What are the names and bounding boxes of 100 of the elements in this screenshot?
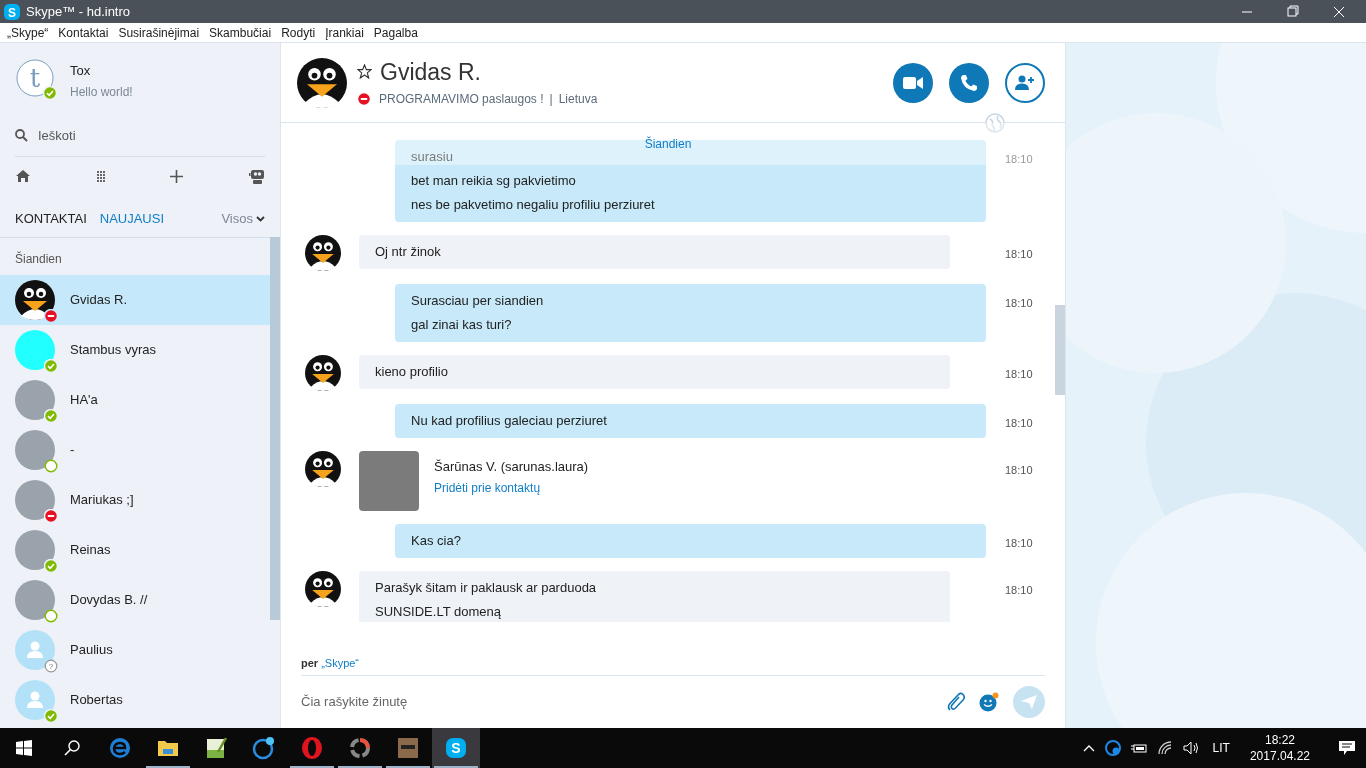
sidebar-tab[interactable]: KONTAKTAI	[15, 209, 87, 229]
contact-item[interactable]: Dovydas B. //	[0, 575, 270, 625]
person-avatar-icon	[15, 680, 55, 720]
add-contact-button[interactable]	[1005, 62, 1045, 103]
paperclip-icon[interactable]	[947, 691, 965, 712]
via-label: per	[301, 655, 319, 671]
photo-placeholder	[15, 580, 55, 620]
contact-name: HA'a	[70, 391, 98, 410]
message-text: Oj ntr žinok	[375, 243, 442, 261]
opera-logo-icon	[300, 736, 324, 760]
sidebar-tab[interactable]: NAUJAUSI	[99, 209, 165, 229]
message-time: 18:10	[1005, 247, 1033, 262]
scrollbar-thumb[interactable]	[1055, 305, 1065, 395]
notifications-icon[interactable]	[1338, 740, 1356, 756]
photo-placeholder	[15, 430, 55, 470]
skype-logo-icon: S	[4, 3, 20, 20]
contact-mood: PROGRAMAVIMO paslaugos !	[379, 90, 544, 108]
contact-item[interactable]: -	[0, 425, 270, 475]
search-icon	[64, 740, 80, 756]
contact-location: Lietuva	[558, 90, 598, 108]
update-icon[interactable]	[1104, 740, 1121, 756]
message-time: 18:10	[1005, 416, 1033, 431]
dialpad-icon[interactable]	[96, 170, 105, 182]
bot-icon[interactable]	[248, 168, 265, 184]
scrollbar-thumb[interactable]	[270, 237, 280, 620]
penguin-avatar-icon	[15, 280, 55, 320]
notepad-icon	[204, 736, 228, 760]
contact-item[interactable]: ? Paulius	[0, 625, 270, 675]
windows-logo-icon	[16, 740, 32, 756]
contact-name: Reinas	[70, 541, 111, 560]
profile-avatar-icon: t	[16, 59, 54, 97]
language-indicator[interactable]: LIT	[1208, 739, 1234, 757]
menu-item[interactable]: Rodyti	[276, 23, 321, 42]
volume-icon[interactable]	[1182, 741, 1199, 755]
contact-name: Stambus vyras	[70, 341, 156, 360]
battery-icon[interactable]	[1130, 743, 1147, 753]
contact-item[interactable]: Stambus vyras	[0, 325, 270, 375]
search-field[interactable]: Ieškoti	[38, 125, 238, 146]
message-time: 18:10	[1005, 367, 1033, 382]
message-text: gal zinai kas turi?	[411, 316, 513, 334]
message-text: Parašyk šitam ir paklausk ar parduoda	[375, 579, 598, 597]
penguin-avatar-icon	[305, 451, 341, 487]
skype-link[interactable]: „Skype“	[321, 654, 360, 671]
menu-item[interactable]: „Skype“	[2, 23, 54, 42]
message-text: nes be pakvetimo negaliu profiliu perziuret	[411, 196, 656, 214]
penguin-avatar-icon	[305, 571, 341, 607]
message-text: surasiu	[411, 148, 454, 166]
call-button[interactable]	[949, 62, 989, 103]
photo-placeholder	[359, 451, 419, 511]
contact-item[interactable]: Robertas	[0, 675, 270, 725]
search-icon	[15, 129, 28, 142]
menu-item[interactable]: Pagalba	[368, 23, 423, 42]
skype-logo-icon: S	[444, 736, 468, 760]
wifi-icon[interactable]	[1156, 741, 1173, 755]
message-text: bet man reikia sg pakvietimo	[411, 172, 577, 190]
message-time: 18:10	[1005, 583, 1033, 598]
penguin-avatar-icon	[305, 235, 341, 271]
contact-item[interactable]: Gvidas R.	[0, 275, 270, 325]
menu-item[interactable]: Įrankiai	[320, 23, 369, 42]
menu-item[interactable]: Kontaktai	[53, 23, 114, 42]
message-text: Nu kad profilius galeciau perziuret	[411, 412, 608, 430]
add-person-icon	[1015, 75, 1035, 90]
photo-placeholder	[15, 380, 55, 420]
message-text: kieno profilio	[375, 363, 449, 381]
chevron-up-icon[interactable]	[1082, 744, 1095, 752]
contact-item[interactable]: Mariukas ;]	[0, 475, 270, 525]
photo-placeholder	[15, 530, 55, 570]
profile-mood: Hello world!	[70, 83, 133, 101]
message-time: 18:10	[1005, 463, 1033, 478]
contact-name: Gvidas R.	[70, 291, 128, 310]
ring-icon	[348, 736, 372, 760]
message-time: 18:10	[1005, 536, 1033, 551]
penguin-avatar-icon	[297, 57, 347, 108]
star-icon[interactable]	[357, 64, 372, 79]
shared-contact-name: Šarūnas V. (sarunas.laura)	[434, 458, 589, 476]
message-text: Surasciau per siandien	[411, 292, 545, 310]
game-icon	[396, 736, 420, 760]
add-contact-link[interactable]: Pridėti prie kontaktų	[434, 478, 589, 497]
plus-icon[interactable]	[170, 169, 184, 183]
contact-item[interactable]: Reinas	[0, 525, 270, 575]
contact-name: Paulius	[70, 641, 113, 660]
globe-icon	[985, 113, 1005, 133]
clock[interactable]: 18:22 2017.04.22	[1243, 732, 1316, 764]
send-icon	[1021, 694, 1037, 709]
contact-name: Dovydas B. //	[70, 591, 148, 610]
video-camera-icon	[903, 76, 923, 89]
emoticon-icon[interactable]	[979, 691, 999, 712]
penguin-avatar-icon	[305, 355, 341, 391]
message-input[interactable]: Čia rašykite žinutę	[301, 691, 933, 712]
video-call-button[interactable]	[893, 62, 933, 103]
separator-text: |	[549, 90, 553, 108]
menu-item[interactable]: Susirašinėjimai	[113, 23, 205, 42]
menu-item[interactable]: Skambučiai	[204, 23, 277, 42]
photo-placeholder	[15, 480, 55, 520]
phone-icon	[960, 73, 978, 92]
contact-name: -	[70, 441, 75, 460]
edge-logo-icon	[108, 736, 132, 760]
status-unknown-icon: ?	[44, 659, 58, 673]
home-icon[interactable]	[15, 169, 31, 183]
contact-item[interactable]: HA'a	[0, 375, 270, 425]
